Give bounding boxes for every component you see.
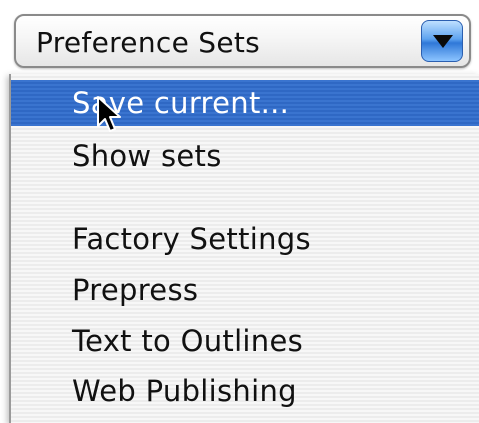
popup-label: Preference Sets <box>36 26 261 59</box>
menu-item-text-to-outlines[interactable]: Text to Outlines <box>11 318 479 364</box>
preference-sets-menu: Save current... Show sets Factory Settin… <box>9 74 479 423</box>
chevron-down-icon <box>433 35 453 48</box>
menu-item-show-sets[interactable]: Show sets <box>11 133 479 179</box>
popup-arrow-button[interactable] <box>421 20 463 62</box>
menu-item-factory-settings[interactable]: Factory Settings <box>11 216 479 262</box>
menu-item-save-current[interactable]: Save current... <box>11 80 479 126</box>
mouse-pointer-icon <box>97 96 121 132</box>
menu-item-prepress[interactable]: Prepress <box>11 267 479 313</box>
preference-sets-popup[interactable]: Preference Sets <box>14 14 471 68</box>
window-content: Preference Sets Save current... Show set… <box>0 0 479 423</box>
menu-item-web-publishing[interactable]: Web Publishing <box>11 368 479 414</box>
